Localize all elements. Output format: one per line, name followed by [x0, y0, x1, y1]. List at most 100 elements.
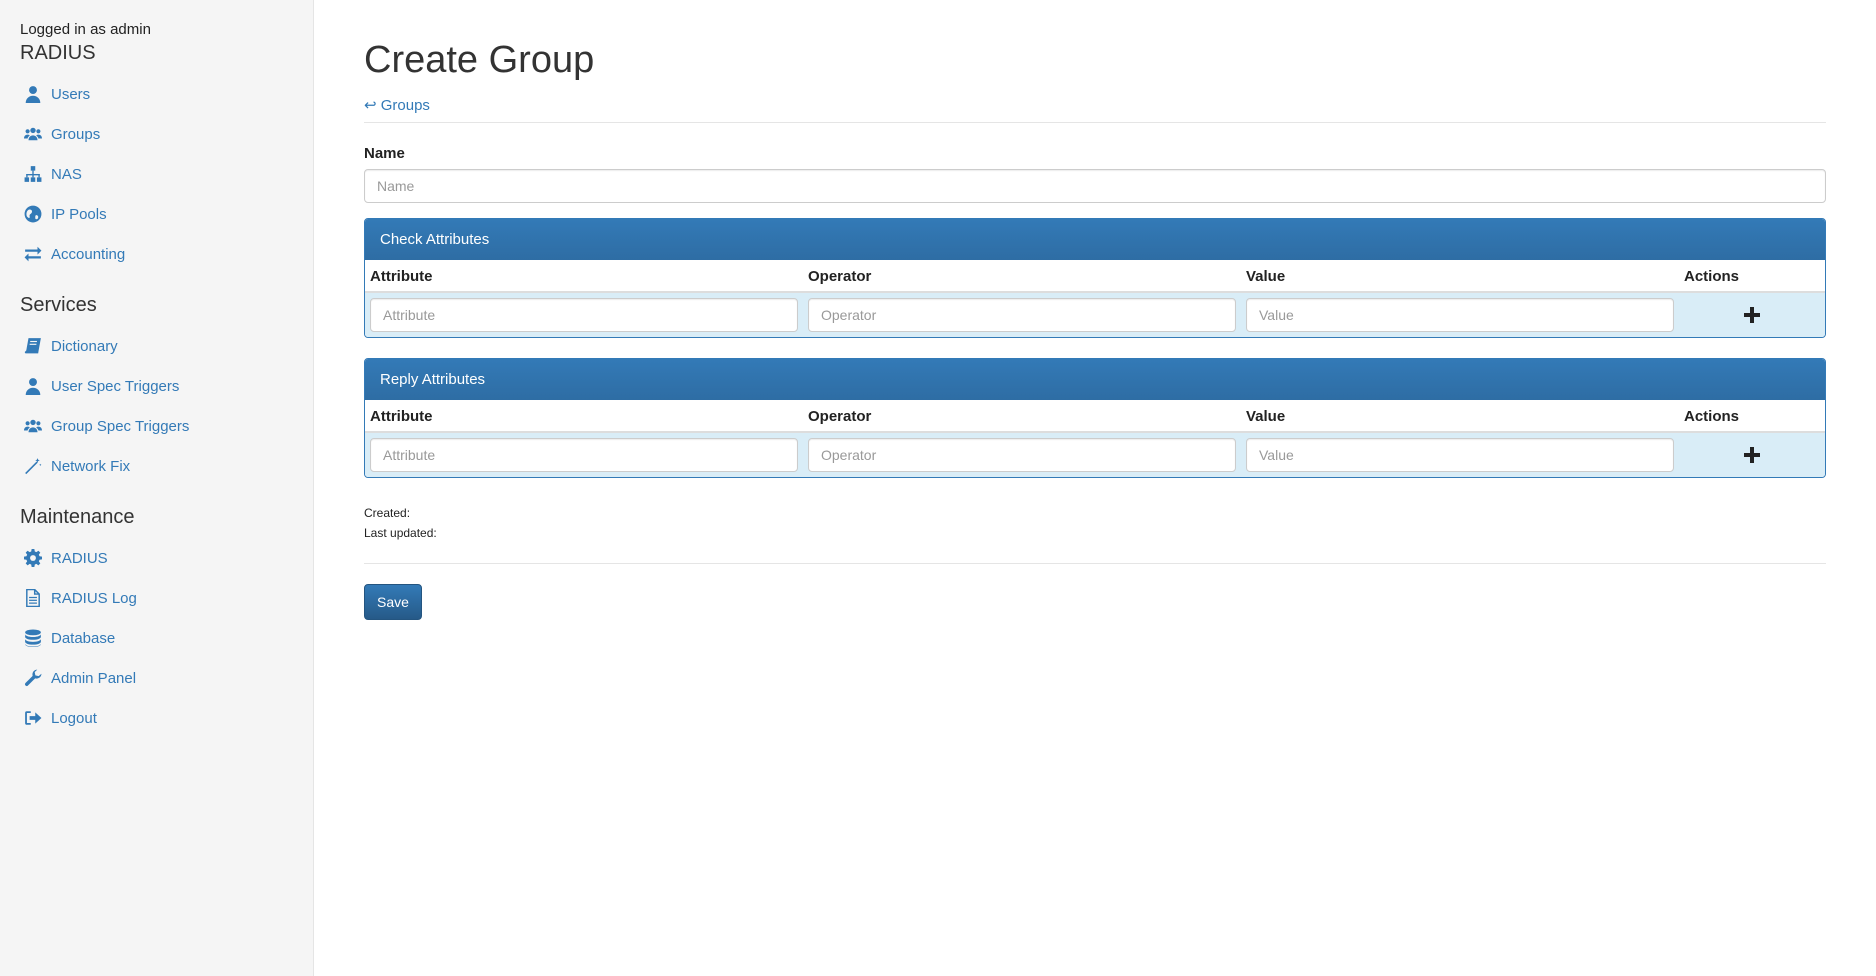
- sidebar-link-user-spec-triggers[interactable]: User Spec Triggers: [23, 377, 179, 395]
- sidebar-item-accounting[interactable]: Accounting: [20, 234, 293, 274]
- sidebar-item-label: Database: [51, 629, 116, 647]
- users-icon: [23, 417, 43, 435]
- plus-icon: [1744, 307, 1760, 323]
- sidebar-item-label: Group Spec Triggers: [51, 417, 190, 435]
- globe-icon: [23, 205, 43, 223]
- sidebar-item-label: IP Pools: [51, 205, 107, 223]
- reply-value-input[interactable]: [1246, 438, 1674, 472]
- sidebar-item-user-spec-triggers[interactable]: User Spec Triggers: [20, 366, 293, 406]
- sidebar-item-label: RADIUS: [51, 549, 108, 567]
- wrench-icon: [23, 669, 43, 687]
- sign-out-icon: [23, 709, 43, 727]
- sidebar-link-logout[interactable]: Logout: [23, 709, 97, 727]
- sidebar-item-label: Accounting: [51, 245, 126, 263]
- page-title: Create Group: [364, 39, 595, 81]
- magic-wand-icon: [23, 457, 43, 475]
- check-operator-input[interactable]: [808, 298, 1236, 332]
- sidebar-link-groups[interactable]: Groups: [23, 125, 100, 143]
- add-check-attribute-button[interactable]: [1740, 303, 1764, 327]
- table-row: [365, 432, 1825, 477]
- check-attributes-panel: Check Attributes Attribute Operator Valu…: [364, 218, 1826, 338]
- reply-attributes-heading: Reply Attributes: [365, 359, 1825, 400]
- sidebar-link-network-fix[interactable]: Network Fix: [23, 457, 130, 475]
- logged-in-text: Logged in as admin: [20, 21, 151, 38]
- sidebar-item-users[interactable]: Users: [20, 74, 293, 114]
- add-reply-attribute-button[interactable]: [1740, 443, 1764, 467]
- reply-attributes-table: Attribute Operator Value Actions: [365, 400, 1825, 477]
- sidebar-item-groups[interactable]: Groups: [20, 114, 293, 154]
- book-icon: [23, 337, 43, 355]
- sidebar-item-network-fix[interactable]: Network Fix: [20, 446, 293, 486]
- sidebar-item-label: Logout: [51, 709, 97, 727]
- section-title-services: Services: [20, 294, 97, 316]
- file-icon: [23, 589, 43, 607]
- table-header-row: Attribute Operator Value Actions: [365, 400, 1825, 433]
- column-header-value: Value: [1241, 400, 1679, 433]
- name-label: Name: [364, 145, 405, 162]
- last-updated-label: Last updated:: [364, 526, 437, 540]
- column-header-operator: Operator: [803, 260, 1241, 293]
- sidebar-link-users[interactable]: Users: [23, 85, 90, 103]
- check-value-input[interactable]: [1246, 298, 1674, 332]
- sidebar-item-admin-panel[interactable]: Admin Panel: [20, 658, 293, 698]
- sidebar-item-label: Network Fix: [51, 457, 131, 475]
- sidebar-link-nas[interactable]: NAS: [23, 165, 82, 183]
- sidebar-item-label: Admin Panel: [51, 669, 137, 687]
- reply-attributes-panel: Reply Attributes Attribute Operator Valu…: [364, 358, 1826, 478]
- sidebar-link-radius-log[interactable]: RADIUS Log: [23, 589, 137, 607]
- user-icon: [23, 377, 43, 395]
- divider: [364, 563, 1826, 564]
- exchange-icon: [23, 245, 43, 263]
- users-icon: [23, 125, 43, 143]
- reply-operator-input[interactable]: [808, 438, 1236, 472]
- sidebar-link-ip-pools[interactable]: IP Pools: [23, 205, 107, 223]
- back-to-groups-link[interactable]: ↩ Groups: [364, 96, 430, 114]
- sidebar-link-database[interactable]: Database: [23, 629, 115, 647]
- column-header-value: Value: [1241, 260, 1679, 293]
- column-header-attribute: Attribute: [365, 400, 803, 433]
- meta-info: Created: Last updated:: [364, 503, 1826, 543]
- check-attribute-input[interactable]: [370, 298, 798, 332]
- sidebar-link-admin-panel[interactable]: Admin Panel: [23, 669, 136, 687]
- sidebar-item-dictionary[interactable]: Dictionary: [20, 326, 293, 366]
- nav-maintenance: RADIUS RADIUS Log Database Admin Panel L…: [20, 538, 293, 738]
- section-title-maintenance: Maintenance: [20, 506, 135, 528]
- divider: [364, 122, 1826, 123]
- database-icon: [23, 629, 43, 647]
- sidebar-item-database[interactable]: Database: [20, 618, 293, 658]
- main-content: Create Group ↩ Groups Name Check Attribu…: [364, 0, 1826, 620]
- sidebar-item-group-spec-triggers[interactable]: Group Spec Triggers: [20, 406, 293, 446]
- sidebar-item-label: NAS: [51, 165, 82, 183]
- sidebar-link-dictionary[interactable]: Dictionary: [23, 337, 118, 355]
- table-header-row: Attribute Operator Value Actions: [365, 260, 1825, 293]
- sidebar-link-accounting[interactable]: Accounting: [23, 245, 125, 263]
- sidebar-item-label: Dictionary: [51, 337, 118, 355]
- save-button[interactable]: Save: [364, 584, 422, 620]
- nav-radius: Users Groups NAS IP Pools Accounting: [20, 74, 293, 274]
- column-header-attribute: Attribute: [365, 260, 803, 293]
- sidebar-item-nas[interactable]: NAS: [20, 154, 293, 194]
- sidebar-item-radius[interactable]: RADIUS: [20, 538, 293, 578]
- plus-icon: [1744, 447, 1760, 463]
- name-input[interactable]: [364, 169, 1826, 203]
- reply-attribute-input[interactable]: [370, 438, 798, 472]
- column-header-actions: Actions: [1679, 400, 1825, 433]
- created-label: Created:: [364, 506, 411, 520]
- user-icon: [23, 85, 43, 103]
- sidebar-item-label: User Spec Triggers: [51, 377, 180, 395]
- gear-icon: [23, 549, 43, 567]
- sidebar-link-radius[interactable]: RADIUS: [23, 549, 108, 567]
- sidebar-item-label: Users: [51, 85, 91, 103]
- table-row: [365, 292, 1825, 337]
- column-header-operator: Operator: [803, 400, 1241, 433]
- sidebar-item-radius-log[interactable]: RADIUS Log: [20, 578, 293, 618]
- section-title-radius: RADIUS: [20, 42, 96, 64]
- sidebar-item-ip-pools[interactable]: IP Pools: [20, 194, 293, 234]
- sidebar-item-label: RADIUS Log: [51, 589, 137, 607]
- sitemap-icon: [23, 165, 43, 183]
- check-attributes-table: Attribute Operator Value Actions: [365, 260, 1825, 337]
- sidebar-link-group-spec-triggers[interactable]: Group Spec Triggers: [23, 417, 189, 435]
- column-header-actions: Actions: [1679, 260, 1825, 293]
- sidebar-item-logout[interactable]: Logout: [20, 698, 293, 738]
- sidebar-item-label: Groups: [51, 125, 101, 143]
